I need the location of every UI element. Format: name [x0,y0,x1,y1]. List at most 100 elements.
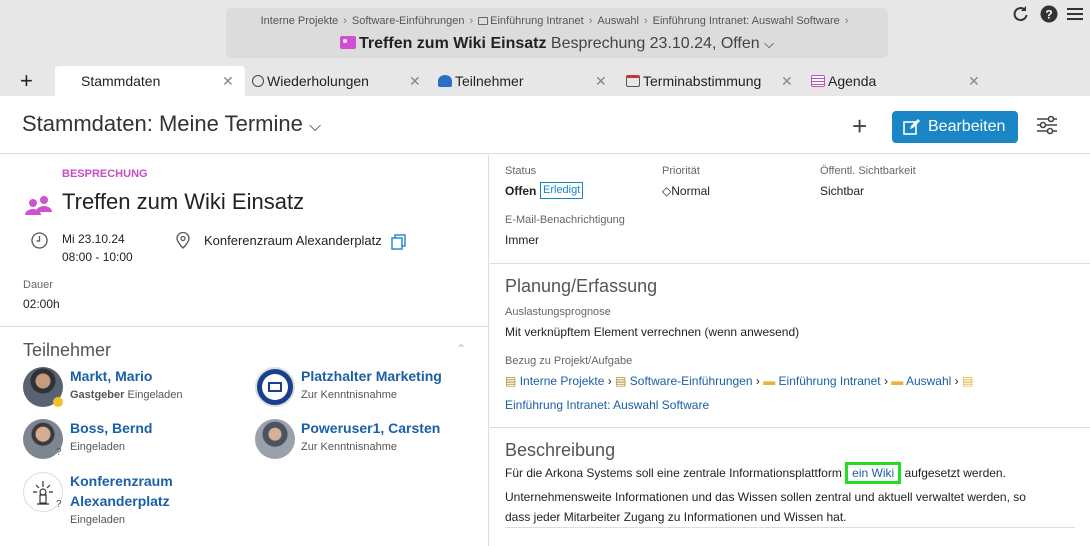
wiki-link[interactable]: ein Wiki [845,462,902,484]
meeting-icon [64,75,78,87]
unknown-status-icon: ? [56,499,62,510]
status-value: Offen [505,184,537,198]
participant-role: Gastgeber Eingeladen [70,389,183,401]
participant-name[interactable]: Boss, Bernd [70,420,152,436]
description-section: Beschreibung Für die Arkona Systems soll… [490,428,1090,546]
duration-value: 02:00h [23,297,60,311]
avatar [255,419,295,459]
tab-stammdaten[interactable]: Stammdaten ✕ [55,66,245,96]
participant-name[interactable]: Platzhalter Marketing [301,368,442,384]
reference-link[interactable]: Einführung Intranet: Auswahl Software [505,398,709,412]
participants-title: Teilnehmer [23,340,112,360]
email-label: E-Mail-Benachrichtigung [505,214,625,226]
status-badge-done[interactable]: Erledigt [540,182,584,199]
location-pin-icon [176,232,190,249]
priority-diamond-icon: ◇ [662,184,672,198]
task-icon: ▤ [961,374,974,388]
edit-button-label: Bearbeiten [928,118,1006,135]
event-title: Treffen zum Wiki Einsatz [62,189,305,214]
priority-value: ◇Normal [662,184,710,198]
settings-sliders-icon[interactable] [1036,114,1058,136]
menu-icon[interactable] [1066,5,1084,28]
chevron-down-icon[interactable]: ⌵ [309,118,321,135]
edit-icon [903,119,920,135]
participant-name[interactable]: Konferenzraum [70,473,173,489]
tab-label: Stammdaten [81,73,161,89]
record-title[interactable]: Treffen zum Wiki Einsatz Besprechung 23.… [226,35,888,53]
page-title-text: Stammdaten: Meine Termine [22,111,303,136]
tab-wiederholungen[interactable]: Wiederholungen ✕ [245,66,433,96]
chevron-up-icon[interactable]: ⌃ [456,342,466,356]
description-text: aufgesetzt werden. [904,466,1006,480]
folder-icon [478,17,489,25]
description-line1: Für die Arkona Systems soll eine zentral… [505,462,1006,484]
copy-icon[interactable] [391,234,406,250]
page-title[interactable]: Stammdaten: Meine Termine ⌵ [22,111,321,137]
priority-label: Priorität [662,165,700,177]
event-location[interactable]: Konferenzraum Alexanderplatz [204,233,382,248]
breadcrumb-item[interactable]: Einführung Intranet [490,15,584,27]
reference-link[interactable]: Einführung Intranet [779,374,881,388]
meeting-icon [340,36,357,49]
visibility-value: Sichtbar [820,184,865,198]
breadcrumb-box: Interne Projekte › Software-Einführungen › E… [226,8,888,58]
participant-name[interactable]: Poweruser1, Carsten [301,420,440,436]
event-type: BESPRECHUNG [62,168,148,180]
close-icon[interactable]: ✕ [781,66,793,96]
planning-title: Planung/Erfassung [505,276,658,296]
divider [0,326,489,327]
event-date: Mi 23.10.24 [62,232,125,246]
close-icon[interactable]: ✕ [409,66,421,96]
participant-role: Eingeladen [70,514,126,526]
reference-link[interactable]: Software-Einführungen [630,374,753,388]
breadcrumb: Interne Projekte › Software-Einführungen › E… [260,15,849,27]
priority-text: Normal [671,184,710,198]
page-header: Stammdaten: Meine Termine ⌵ + Bearbeiten [0,96,1090,154]
participant-name-line2[interactable]: Alexanderplatz [70,493,170,509]
reference-link[interactable]: Auswahl [906,374,951,388]
tab-terminabstimmung[interactable]: Terminabstimmung ✕ [619,66,805,96]
participant-name[interactable]: Markt, Mario [70,368,152,384]
divider [505,527,1075,528]
breadcrumb-item[interactable]: Software-Einführungen [352,15,465,27]
status-label: Status [505,165,537,177]
tab-label: Wiederholungen [267,73,369,89]
tab-label: Terminabstimmung [643,73,762,89]
participant-role: Zur Kenntnisnahme [301,389,397,401]
reference-path: ▤ Interne Projekte › ▤ Software-Einführu… [505,374,974,388]
tab-agenda[interactable]: Agenda ✕ [805,66,995,96]
role-status: Eingeladen [127,389,183,401]
help-icon[interactable]: ? [1040,5,1058,28]
left-panel: BESPRECHUNG Treffen zum Wiki Einsatz Mi … [0,155,489,546]
folder-icon: ▬ [763,374,776,388]
visibility-label: Öffentl. Sichtbarkeit [820,165,916,177]
project-icon: ▤ [505,374,517,388]
event-time: 08:00 - 10:00 [62,250,133,264]
forecast-value: Mit verknüpftem Element verrechnen (wenn… [505,325,800,339]
breadcrumb-item[interactable]: Auswahl [597,15,639,27]
add-tab-button[interactable]: + [20,66,33,96]
chevron-down-icon[interactable]: ⌵ [764,36,774,51]
role-host: Gastgeber [70,389,125,401]
close-icon[interactable]: ✕ [968,66,980,96]
add-button[interactable]: + [852,112,867,140]
svg-text:?: ? [1045,8,1052,22]
close-icon[interactable]: ✕ [222,66,234,96]
close-icon[interactable]: ✕ [595,66,607,96]
record-title-name: Treffen zum Wiki Einsatz [359,35,547,52]
repeat-icon [252,75,264,87]
tab-teilnehmer[interactable]: Teilnehmer ✕ [433,66,619,96]
refresh-icon[interactable] [1011,5,1029,28]
edit-button[interactable]: Bearbeiten [892,111,1018,143]
reference-label: Bezug zu Projekt/Aufgabe [505,355,633,367]
breadcrumb-item[interactable]: Interne Projekte [261,15,339,27]
tab-label: Agenda [828,73,877,89]
description-line3: dass jeder Mitarbeiter Zugang zu Informa… [505,510,847,524]
description-line2: Unternehmensweite Informationen und das … [505,490,1026,504]
duration-label: Dauer [23,279,53,291]
breadcrumb-item[interactable]: Einführung Intranet: Auswahl Software [653,15,840,27]
tab-label: Teilnehmer [455,73,524,89]
top-bar: Interne Projekte › Software-Einführungen › E… [0,0,1090,66]
reference-link[interactable]: Interne Projekte [520,374,605,388]
tab-bar: + Stammdaten ✕ Wiederholungen ✕ Teilnehm… [0,66,1090,96]
